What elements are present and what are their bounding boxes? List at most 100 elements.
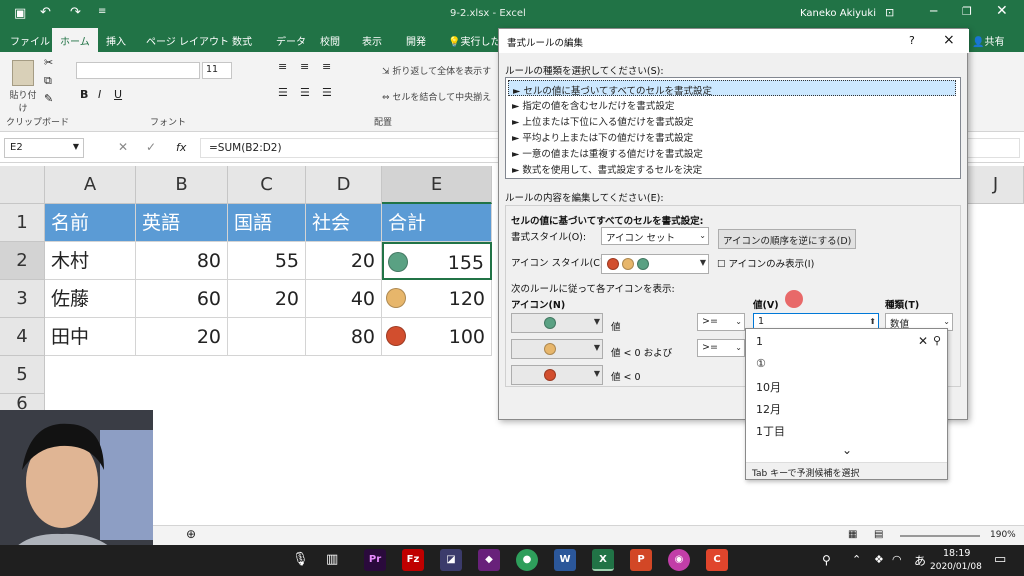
filezilla-icon[interactable]: Fz — [402, 549, 424, 571]
wifi-icon[interactable]: ◠ — [892, 553, 902, 566]
cell-a4[interactable]: 田中 — [45, 318, 136, 356]
paste-button[interactable]: 貼り付け — [6, 58, 40, 114]
cell-a2[interactable]: 木村 — [45, 242, 136, 280]
premiere-icon[interactable]: Pr — [364, 549, 386, 571]
font-size-select[interactable]: 11 — [202, 62, 232, 79]
row-header-2[interactable]: 2 — [0, 242, 45, 280]
rule-type-item[interactable]: ► 平均より上または下の値だけを書式設定 — [508, 128, 956, 144]
bold-button[interactable]: B — [80, 88, 88, 101]
column-header-j[interactable]: J — [968, 166, 1024, 204]
cell-d1[interactable]: 社会 — [306, 204, 382, 242]
align-top-icon[interactable]: ≡ — [278, 60, 287, 73]
ribbon-display-icon[interactable]: ⊡ — [885, 6, 894, 19]
cell-a1[interactable]: 名前 — [45, 204, 136, 242]
zoom-level[interactable]: 190% — [990, 530, 1016, 540]
chevron-down-icon[interactable]: ⌄ — [842, 443, 852, 457]
app-green-icon[interactable]: ● — [516, 549, 538, 571]
row-header-4[interactable]: 4 — [0, 318, 45, 356]
operator-select-1[interactable]: >= ⌄ — [697, 313, 745, 331]
align-right-icon[interactable]: ☰ — [322, 86, 332, 99]
notification-icon[interactable]: ▭ — [994, 552, 1006, 567]
tab-home[interactable]: ホーム — [52, 28, 98, 52]
suggestion-item[interactable]: 1 — [756, 335, 763, 348]
insert-function-icon[interactable]: fx — [176, 141, 186, 154]
cell-e3[interactable]: 120 — [382, 280, 492, 318]
icon-select-3[interactable]: ▼ — [511, 365, 603, 385]
operator-select-2[interactable]: >= ⌄ — [697, 339, 745, 357]
undo-icon[interactable]: ↶ — [40, 5, 51, 20]
tab-review[interactable]: 校閲 — [320, 33, 340, 48]
column-header-a[interactable]: A — [45, 166, 136, 204]
clock-time[interactable]: 18:19 — [943, 548, 970, 559]
app-red-icon[interactable]: C — [706, 549, 728, 571]
cell-b2[interactable]: 80 — [136, 242, 228, 280]
cell-e1[interactable]: 合計 — [382, 204, 492, 242]
normal-view-icon[interactable]: ▦ — [848, 529, 857, 540]
tab-formulas[interactable]: 数式 — [232, 33, 252, 48]
cell-e2[interactable]: 155 — [382, 242, 492, 280]
page-layout-view-icon[interactable]: ▤ — [874, 529, 883, 540]
task-view-icon[interactable]: ▥ — [326, 552, 338, 567]
select-all-corner[interactable] — [0, 166, 45, 204]
close-window-icon[interactable]: ✕ — [996, 3, 1008, 19]
cell-b4[interactable]: 20 — [136, 318, 228, 356]
icon-only-checkbox[interactable]: ☐ アイコンのみ表示(I) — [717, 256, 814, 270]
suggestion-item[interactable]: ① — [756, 357, 766, 370]
align-left-icon[interactable]: ☰ — [278, 86, 288, 99]
visual-studio-icon[interactable]: ◆ — [478, 549, 500, 571]
tab-view[interactable]: 表示 — [362, 33, 382, 48]
rule-type-item[interactable]: ► 数式を使用して、書式設定するセルを決定 — [508, 160, 956, 176]
format-painter-icon[interactable]: ✎ — [44, 92, 53, 105]
align-middle-icon[interactable]: ≡ — [300, 60, 309, 73]
row-header-5[interactable]: 5 — [0, 356, 45, 394]
camera-app-icon[interactable]: ◉ — [668, 549, 690, 571]
enter-icon[interactable]: ✓ — [146, 140, 156, 154]
excel-icon[interactable]: X — [592, 549, 614, 571]
customize-qat-icon[interactable]: ≡ — [98, 6, 106, 17]
row-header-1[interactable]: 1 — [0, 204, 45, 242]
rule-type-item[interactable]: ► セルの値に基づいてすべてのセルを書式設定 — [508, 80, 956, 97]
clock-date[interactable]: 2020/01/08 — [930, 562, 982, 572]
column-header-e[interactable]: E — [382, 166, 492, 204]
icon-select-2[interactable]: ▼ — [511, 339, 603, 359]
tab-insert[interactable]: 挿入 — [106, 33, 126, 48]
font-name-select[interactable] — [76, 62, 200, 79]
add-sheet-icon[interactable]: ⊕ — [186, 527, 196, 541]
tab-tell-me[interactable]: 💡実行した — [448, 33, 500, 48]
cell-c3[interactable]: 20 — [228, 280, 306, 318]
tab-file[interactable]: ファイル — [10, 33, 50, 48]
copy-icon[interactable]: ⧉ — [44, 74, 52, 88]
suggestion-item[interactable]: 12月 — [756, 401, 781, 417]
cell-c1[interactable]: 国語 — [228, 204, 306, 242]
format-style-select[interactable]: アイコン セット ⌄ — [601, 227, 709, 245]
column-header-c[interactable]: C — [228, 166, 306, 204]
reverse-icon-order-button[interactable]: アイコンの順序を逆にする(D) — [718, 229, 857, 249]
align-bottom-icon[interactable]: ≡ — [322, 60, 331, 73]
close-icon[interactable]: ✕ — [918, 334, 928, 348]
column-header-b[interactable]: B — [136, 166, 228, 204]
dropbox-icon[interactable]: ❖ — [874, 553, 884, 566]
name-box[interactable]: E2 ▼ — [4, 138, 84, 158]
zoom-slider[interactable] — [900, 535, 980, 537]
powerpoint-icon[interactable]: P — [630, 549, 652, 571]
cell-d3[interactable]: 40 — [306, 280, 382, 318]
cell-e4[interactable]: 100 — [382, 318, 492, 356]
microphone-icon[interactable]: 🎙 — [292, 552, 309, 567]
minimize-icon[interactable]: ─ — [930, 4, 937, 18]
suggestion-item[interactable]: 1丁目 — [756, 423, 785, 439]
range-select-icon[interactable]: ⬆ — [869, 317, 876, 326]
user-name[interactable]: Kaneko Akiyuki — [800, 8, 876, 19]
rule-type-item[interactable]: ► 指定の値を含むセルだけを書式設定 — [508, 96, 956, 112]
align-center-icon[interactable]: ☰ — [300, 86, 310, 99]
cut-icon[interactable]: ✂ — [44, 56, 53, 69]
person-icon[interactable]: ⚲ — [822, 553, 831, 567]
row-header-3[interactable]: 3 — [0, 280, 45, 318]
icon-style-select[interactable]: ▼ — [601, 254, 709, 274]
ime-indicator[interactable]: あ — [914, 552, 926, 569]
save-icon[interactable]: ▣ — [14, 6, 26, 21]
redo-icon[interactable]: ↷ — [70, 5, 81, 20]
suggestion-item[interactable]: 10月 — [756, 379, 781, 395]
word-icon[interactable]: W — [554, 549, 576, 571]
column-header-d[interactable]: D — [306, 166, 382, 204]
tab-data[interactable]: データ — [276, 33, 306, 48]
